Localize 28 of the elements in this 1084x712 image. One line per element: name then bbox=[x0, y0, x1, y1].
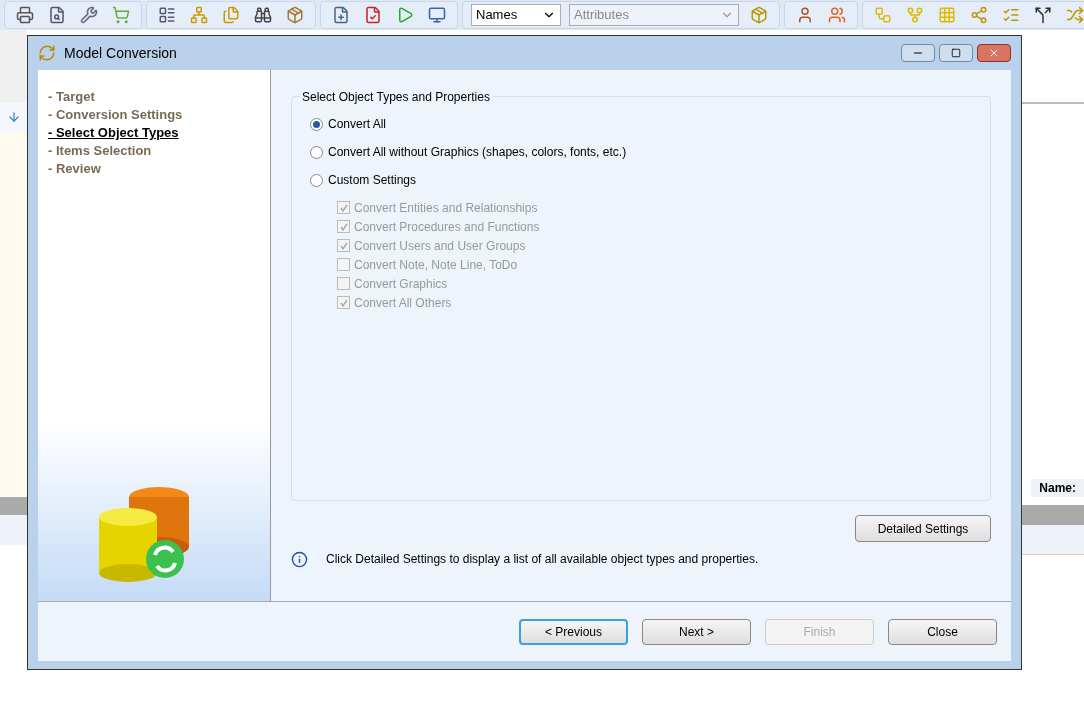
close-button[interactable] bbox=[977, 44, 1011, 62]
wizard-step[interactable]: - Review bbox=[48, 160, 270, 178]
wizard-button[interactable]: Next > bbox=[642, 618, 751, 645]
radio-button[interactable] bbox=[310, 173, 323, 187]
info-icon bbox=[291, 550, 308, 568]
info-text: Click Detailed Settings to display a list of all available object types and properties. bbox=[326, 551, 759, 568]
minimize-button[interactable] bbox=[901, 44, 935, 62]
wizard-step[interactable]: - Select Object Types bbox=[48, 124, 270, 142]
attributes-dropdown[interactable]: Attributes bbox=[569, 4, 739, 26]
name-label: Name: bbox=[1031, 479, 1084, 497]
wizard-button[interactable]: < Previous bbox=[519, 618, 628, 645]
radio-button[interactable] bbox=[310, 117, 323, 131]
wizard-step[interactable]: - Target bbox=[48, 88, 270, 106]
close-icon bbox=[988, 47, 1000, 59]
wizard-step[interactable]: - Conversion Settings bbox=[48, 106, 270, 124]
names-dropdown[interactable]: Names bbox=[471, 4, 561, 26]
radio-option[interactable]: Convert All without Graphics (shapes, colors, fonts, etc.) bbox=[310, 143, 972, 161]
detailed-settings-button[interactable]: Detailed Settings bbox=[855, 515, 991, 542]
radio-button[interactable] bbox=[310, 145, 323, 159]
maximize-icon bbox=[951, 48, 961, 58]
wizard-button[interactable]: Close bbox=[888, 618, 997, 645]
background-splitter bbox=[0, 497, 27, 515]
maximize-button[interactable] bbox=[939, 44, 973, 62]
window-title: Model Conversion bbox=[64, 43, 177, 63]
radio-option[interactable]: Custom Settings bbox=[310, 171, 972, 189]
radio-option[interactable]: Convert All bbox=[310, 115, 972, 133]
wizard-step[interactable]: - Items Selection bbox=[48, 142, 270, 160]
app-icon bbox=[38, 44, 56, 62]
